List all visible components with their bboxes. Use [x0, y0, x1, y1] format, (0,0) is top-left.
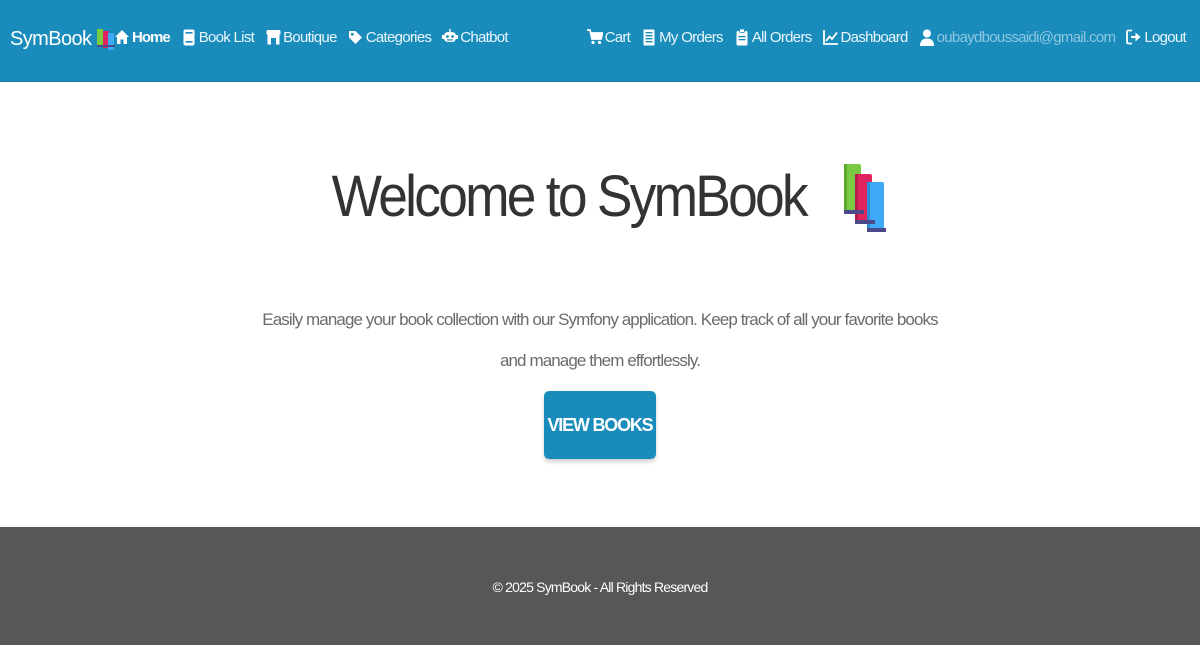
nav-categories[interactable]: Categories: [348, 28, 432, 46]
store-icon: [265, 28, 281, 46]
hero-heading: Welcome to SymBook: [0, 160, 1200, 234]
nav-chatbot[interactable]: Chatbot: [442, 28, 509, 46]
nav-my-orders[interactable]: My Orders: [641, 28, 724, 46]
nav-all-orders-label: All Orders: [751, 28, 812, 46]
nav-boutique[interactable]: Boutique: [265, 28, 337, 46]
nav-my-orders-label: My Orders: [659, 28, 723, 46]
nav-logout-label: Logout: [1144, 28, 1186, 46]
robot-icon: [442, 28, 459, 46]
nav-left-group: Home Book List Boutique Categories Chatb…: [114, 28, 519, 46]
nav-boutique-label: Boutique: [283, 28, 337, 46]
nav-all-orders[interactable]: All Orders: [734, 28, 812, 46]
nav-user-email[interactable]: oubaydboussaidi@gmail.com: [919, 28, 1116, 46]
hero-description: Easily manage your book collection with …: [262, 310, 938, 370]
cart-icon: [586, 28, 603, 46]
brand-name: SymBook: [10, 27, 92, 50]
nav-dashboard[interactable]: Dashboard: [823, 28, 908, 46]
receipt-icon: [641, 28, 657, 46]
user-icon: [919, 28, 935, 46]
nav-right-group: Cart My Orders All Orders Dashboard ouba…: [576, 28, 1187, 46]
book-icon: [181, 28, 197, 46]
logout-icon: [1126, 28, 1142, 46]
nav-categories-label: Categories: [365, 28, 432, 46]
page-title: Welcome to SymBook: [331, 164, 809, 229]
nav-book-list-label: Book List: [198, 28, 255, 46]
footer-copyright: © 2025 SymBook - All Rights Reserved: [492, 579, 709, 595]
clipboard-icon: [734, 28, 750, 46]
nav-dashboard-label: Dashboard: [840, 28, 909, 46]
top-navbar: SymBook Home Book List Boutique Categori…: [0, 0, 1200, 82]
nav-cart-label: Cart: [604, 28, 631, 46]
footer: © 2025 SymBook - All Rights Reserved: [0, 527, 1200, 645]
nav-logout[interactable]: Logout: [1126, 28, 1187, 46]
books-icon: [843, 164, 886, 232]
view-books-button[interactable]: VIEW BOOKS: [544, 391, 656, 459]
nav-cart[interactable]: Cart: [586, 28, 631, 46]
nav-book-list[interactable]: Book List: [181, 28, 255, 46]
nav-home-label: Home: [132, 28, 171, 46]
nav-home[interactable]: Home: [114, 28, 171, 46]
brand-link[interactable]: SymBook: [10, 27, 116, 51]
home-icon: [114, 28, 130, 46]
nav-user-email-label: oubaydboussaidi@gmail.com: [936, 28, 1116, 46]
tag-icon: [348, 28, 364, 46]
chart-line-icon: [823, 28, 839, 46]
nav-chatbot-label: Chatbot: [460, 28, 508, 46]
